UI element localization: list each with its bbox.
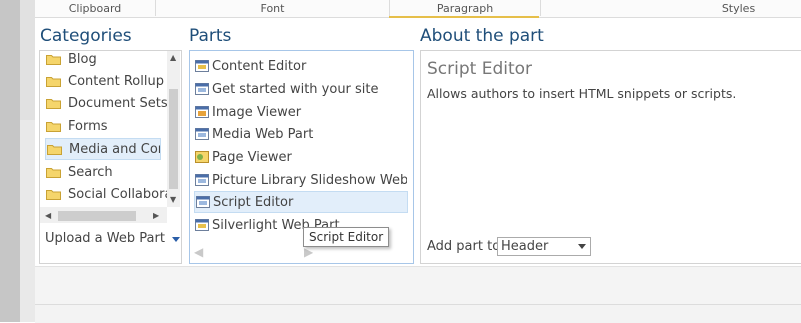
- ribbon-group-styles: Styles: [721, 2, 756, 15]
- add-part-to-value: Header: [501, 239, 549, 254]
- parts-heading: Parts: [189, 26, 232, 46]
- category-item-search[interactable]: Search: [46, 162, 167, 182]
- part-label: Image Viewer: [212, 104, 302, 120]
- chevron-down-icon: [171, 237, 180, 242]
- folder-icon: [46, 189, 61, 200]
- upload-web-part-button[interactable]: Upload a Web Part: [45, 231, 180, 246]
- categories-vscroll-thumb[interactable]: [169, 89, 178, 189]
- part-tooltip: Script Editor: [303, 227, 390, 247]
- categories-hscroll-thumb[interactable]: [58, 211, 136, 221]
- category-label: Social Collaboration: [68, 186, 167, 202]
- content-editor-icon: [195, 60, 209, 72]
- scroll-up-icon[interactable]: ▲: [170, 53, 176, 62]
- part-label: Script Editor: [213, 194, 294, 210]
- ribbon-group-font: Font: [260, 2, 285, 15]
- category-label: Media and Content: [69, 141, 160, 157]
- category-item-forms[interactable]: Forms: [46, 116, 167, 136]
- folder-icon: [46, 98, 61, 109]
- image-viewer-icon: [195, 106, 209, 118]
- previous-page-icon[interactable]: ◀: [194, 245, 203, 259]
- page-scrollbar-thumb[interactable]: [20, 0, 35, 120]
- webpart-icon: [195, 83, 209, 95]
- folder-icon: [46, 167, 61, 178]
- add-part-to-select[interactable]: Header: [497, 237, 591, 256]
- category-item-document-sets[interactable]: Document Sets: [46, 93, 167, 113]
- about-heading: About the part: [420, 26, 544, 46]
- page-viewer-icon: [195, 151, 209, 163]
- chevron-down-icon: [578, 244, 586, 249]
- part-item-get-started[interactable]: Get started with your site: [195, 79, 407, 99]
- about-part-title: Script Editor: [427, 59, 533, 79]
- part-label: Page Viewer: [212, 149, 292, 165]
- folder-icon: [46, 54, 61, 65]
- category-label: Search: [68, 164, 113, 180]
- category-label: Content Rollup: [68, 73, 164, 89]
- scroll-left-icon[interactable]: ◀: [45, 211, 51, 220]
- left-rail: [0, 0, 20, 322]
- part-item-content-editor[interactable]: Content Editor: [195, 56, 407, 76]
- insert-panel-footer: [35, 266, 801, 305]
- add-part-to-label: Add part to:: [427, 239, 505, 254]
- category-item-blog[interactable]: Blog: [46, 51, 167, 69]
- part-item-picture-library-slideshow[interactable]: Picture Library Slideshow Web Part: [195, 170, 407, 190]
- category-label: Blog: [68, 51, 97, 67]
- category-item-media-and-content[interactable]: Media and Content: [45, 138, 161, 160]
- categories-heading: Categories: [40, 26, 132, 46]
- part-label: Content Editor: [212, 58, 307, 74]
- category-item-content-rollup[interactable]: Content Rollup: [46, 71, 167, 91]
- scroll-down-icon[interactable]: ▼: [170, 195, 176, 204]
- categories-list: Blog Content Rollup Document Sets Forms …: [40, 51, 167, 223]
- part-label: Picture Library Slideshow Web Part: [212, 172, 407, 188]
- ribbon-group-paragraph: Paragraph: [436, 2, 494, 15]
- folder-icon: [47, 144, 62, 155]
- part-item-page-viewer[interactable]: Page Viewer: [195, 147, 407, 167]
- folder-icon: [46, 121, 61, 132]
- folder-icon: [46, 76, 61, 87]
- webpart-icon: [195, 128, 209, 140]
- about-part-description: Allows authors to insert HTML snippets o…: [427, 86, 737, 101]
- part-item-script-editor[interactable]: Script Editor: [194, 191, 408, 213]
- categories-panel: Blog Content Rollup Document Sets Forms …: [39, 50, 182, 264]
- part-item-media-web-part[interactable]: Media Web Part: [195, 124, 407, 144]
- content-editor-icon: [195, 219, 209, 231]
- about-panel: Script Editor Allows authors to insert H…: [420, 50, 801, 264]
- category-item-social-collaboration[interactable]: Social Collaboration: [46, 184, 167, 204]
- ribbon-active-indicator: [389, 16, 539, 18]
- upload-web-part-label: Upload a Web Part: [45, 231, 165, 246]
- category-label: Forms: [68, 118, 108, 134]
- part-label: Get started with your site: [212, 81, 379, 97]
- webpart-icon: [196, 196, 210, 208]
- next-page-icon[interactable]: ▶: [304, 245, 313, 259]
- category-label: Document Sets: [68, 95, 167, 111]
- part-label: Media Web Part: [212, 126, 314, 142]
- scroll-right-icon[interactable]: ▶: [153, 211, 159, 220]
- page-bottom-bar: [35, 304, 801, 323]
- ribbon-group-clipboard: Clipboard: [68, 2, 122, 15]
- webpart-icon: [195, 174, 209, 186]
- part-item-image-viewer[interactable]: Image Viewer: [195, 102, 407, 122]
